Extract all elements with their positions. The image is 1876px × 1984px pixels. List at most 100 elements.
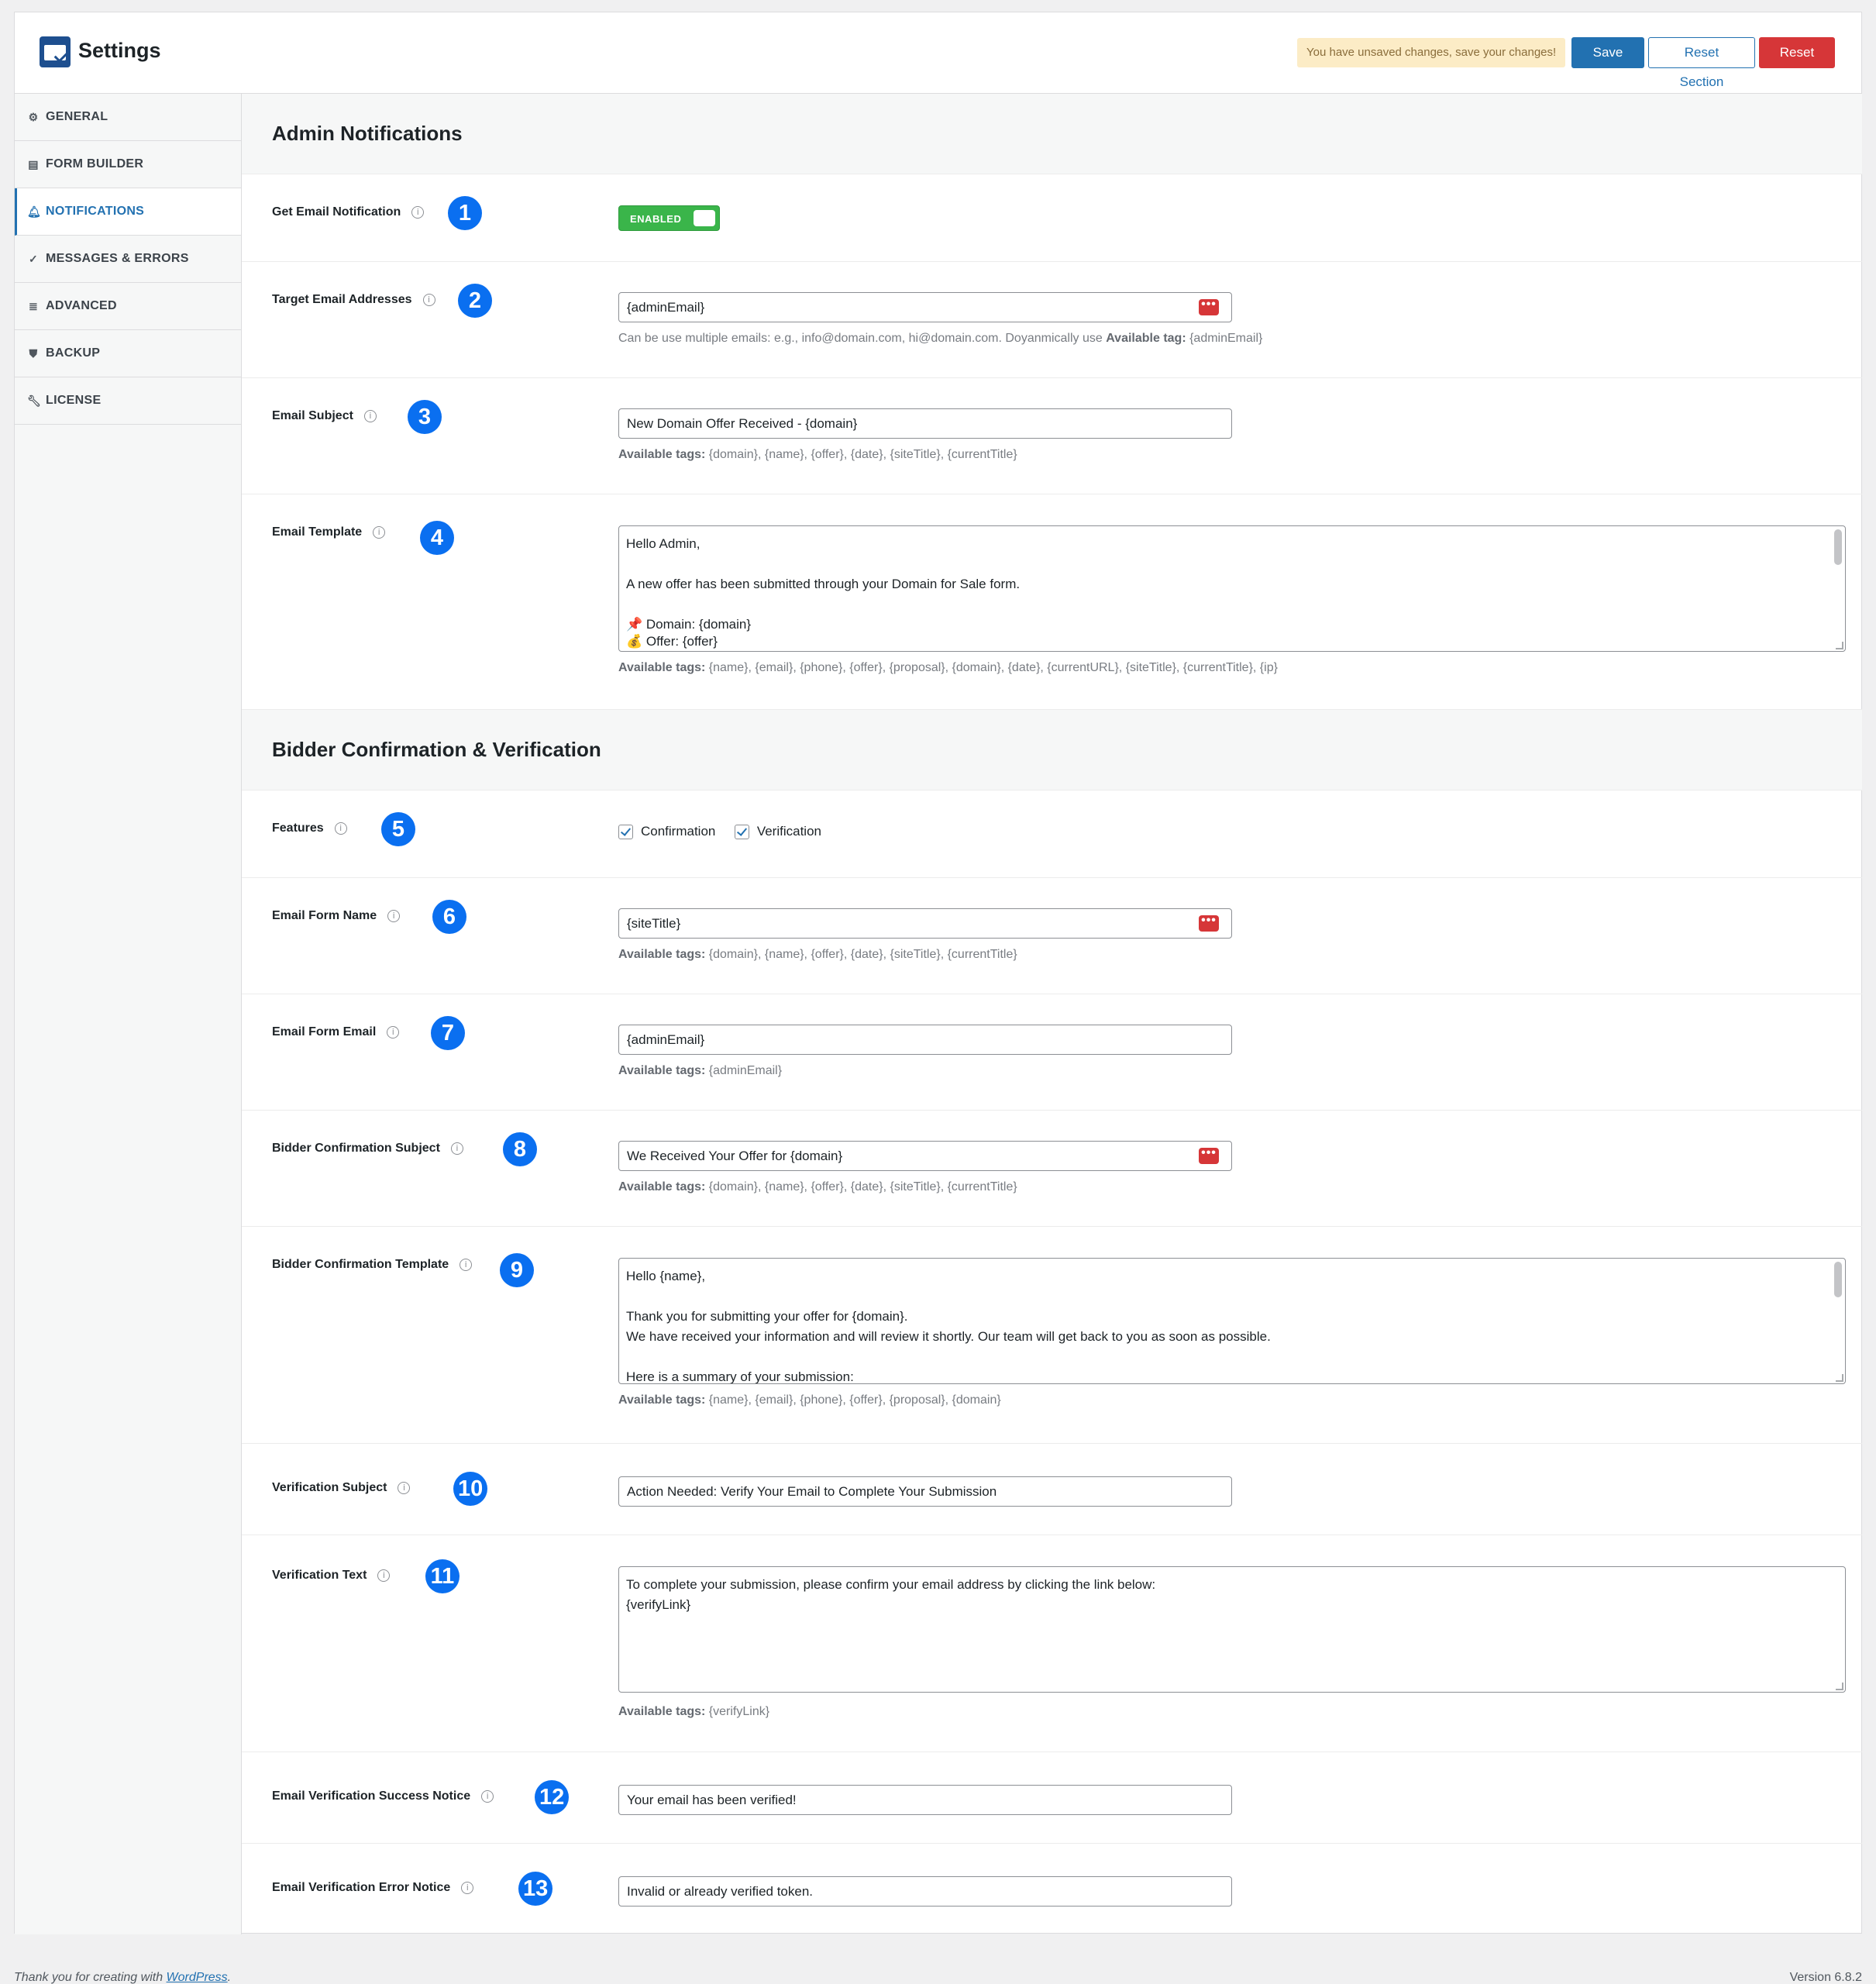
callout-badge: 11 [425, 1559, 460, 1593]
sidebar-item-license[interactable]: 🔧︎ LICENSE [15, 377, 241, 425]
textarea-line: Here is a summary of your submission: [626, 1369, 854, 1384]
help-text: Available tags: {verifyLink} [618, 1705, 770, 1718]
password-manager-icon[interactable]: ••• [1199, 914, 1219, 932]
wordpress-link[interactable]: WordPress [167, 1971, 228, 1984]
email-subject-input[interactable]: New Domain Offer Received - {domain} [618, 408, 1232, 439]
settings-sidebar: ⚙ GENERAL ▤ FORM BUILDER 🔔︎ NOTIFICATIONS ✓… [15, 94, 242, 1934]
field-label: Get Email Notification [272, 205, 401, 219]
email-form-name-input[interactable]: {siteTitle} ••• [618, 908, 1232, 939]
callout-badge: 10 [453, 1472, 488, 1506]
form-icon: ▤ [28, 157, 39, 170]
sidebar-item-backup[interactable]: ⛊ BACKUP [15, 330, 241, 377]
row-verification-error: Email Verification Error Notice i 13 Inva… [242, 1844, 1862, 1935]
password-manager-icon[interactable]: ••• [1199, 298, 1219, 315]
textarea-line: We have received your information and wi… [626, 1329, 1271, 1344]
reset-all-button[interactable]: Reset All [1759, 37, 1835, 89]
row-get-email-notification: Get Email Notification i 1 ENABLED [242, 174, 1862, 262]
info-icon[interactable]: i [387, 910, 401, 922]
section-title-bidder: Bidder Confirmation & Verification [242, 710, 1862, 790]
help-text: Available tags: {domain}, {name}, {offer… [618, 448, 1017, 461]
sidebar-item-general[interactable]: ⚙ GENERAL [15, 94, 241, 141]
row-verification-success: Email Verification Success Notice i 12 Yo… [242, 1752, 1862, 1844]
input-value: {siteTitle} [627, 916, 681, 931]
help-text: Available tags: {name}, {email}, {phone}… [618, 661, 1278, 674]
field-label: Email Form Name [272, 909, 377, 922]
bidder-confirmation-subject-input[interactable]: We Received Your Offer for {domain} ••• [618, 1141, 1232, 1171]
resize-handle[interactable] [1836, 1683, 1843, 1690]
checkbox-checked[interactable] [734, 824, 749, 839]
email-notification-toggle[interactable]: ENABLED [618, 205, 720, 231]
info-icon[interactable]: i [461, 1882, 474, 1894]
textarea-line [626, 594, 1838, 615]
textarea-line: Hello Admin, [626, 536, 700, 551]
callout-badge: 7 [431, 1016, 465, 1050]
email-template-textarea[interactable]: Hello Admin, A new offer has been submit… [618, 525, 1846, 652]
resize-handle[interactable] [1836, 642, 1843, 649]
info-icon[interactable]: i [450, 1142, 463, 1155]
verification-checkbox[interactable]: Verification [734, 824, 821, 839]
sidebar-item-advanced[interactable]: ≣ ADVANCED [15, 283, 241, 330]
info-icon[interactable]: i [398, 1482, 411, 1494]
database-icon: ≣ [28, 299, 39, 312]
verification-success-input[interactable]: Your email has been verified! [618, 1785, 1232, 1815]
sidebar-item-notifications[interactable]: 🔔︎ NOTIFICATIONS [15, 188, 241, 236]
textarea-scrollbar[interactable] [1834, 529, 1842, 565]
reset-section-button[interactable]: Reset Section [1648, 37, 1755, 89]
row-verification-subject: Verification Subject i 10 Action Needed: … [242, 1444, 1862, 1535]
verification-subject-input[interactable]: Action Needed: Verify Your Email to Comp… [618, 1476, 1232, 1507]
callout-badge: 6 [432, 900, 466, 934]
info-icon[interactable]: i [363, 410, 377, 422]
callout-badge: 9 [500, 1253, 534, 1287]
info-icon[interactable]: i [373, 526, 386, 539]
field-label: Verification Subject [272, 1481, 387, 1494]
help-text: Can be use multiple emails: e.g., info@d… [618, 332, 1263, 345]
sidebar-item-label: ADVANCED [46, 299, 117, 312]
field-label: Target Email Addresses [272, 293, 412, 306]
row-email-form-email: Email Form Email i 7 {adminEmail} Availab… [242, 994, 1862, 1111]
sidebar-item-label: LICENSE [46, 394, 102, 407]
info-icon[interactable]: i [460, 1259, 473, 1271]
field-label: Email Verification Success Notice [272, 1789, 471, 1803]
textarea-line [626, 1347, 1838, 1367]
section-title-admin: Admin Notifications [242, 94, 1862, 174]
target-email-input[interactable]: {adminEmail} ••• [618, 292, 1232, 322]
info-icon[interactable]: i [387, 1026, 400, 1038]
textarea-scrollbar[interactable] [1834, 1262, 1842, 1297]
settings-panel: Settings You have unsaved changes, save … [14, 12, 1862, 1934]
resize-handle[interactable] [1836, 1374, 1843, 1382]
info-icon[interactable]: i [377, 1569, 391, 1582]
shield-icon: ⛊ [29, 346, 38, 360]
confirmation-checkbox[interactable]: Confirmation [618, 824, 715, 839]
checkbox-checked[interactable] [618, 824, 633, 839]
info-icon[interactable]: i [411, 206, 425, 219]
textarea-line: Thank you for submitting your offer for … [626, 1309, 908, 1324]
email-form-email-input[interactable]: {adminEmail} [618, 1025, 1232, 1055]
password-manager-icon[interactable]: ••• [1199, 1147, 1219, 1164]
row-target-emails: Target Email Addresses i 2 {adminEmail} ••… [242, 262, 1862, 378]
toggle-label: ENABLED [630, 213, 682, 225]
save-button[interactable]: Save [1571, 37, 1644, 68]
bidder-confirmation-template-textarea[interactable]: Hello {name}, Thank you for submitting y… [618, 1258, 1846, 1384]
verification-error-input[interactable]: Invalid or already verified token. [618, 1876, 1232, 1906]
sidebar-item-form-builder[interactable]: ▤ FORM BUILDER [15, 141, 241, 188]
check-circle-icon: ✓ [28, 252, 39, 265]
verification-text-textarea[interactable]: To complete your submission, please conf… [618, 1566, 1846, 1693]
plugin-logo-icon [40, 36, 71, 67]
sidebar-item-label: NOTIFICATIONS [46, 205, 145, 218]
textarea-line: 💰 Offer: {offer} [626, 634, 718, 649]
field-label: Verification Text [272, 1569, 367, 1582]
callout-badge: 3 [408, 400, 442, 434]
field-label: Email Template [272, 525, 363, 539]
textarea-line: A new offer has been submitted through y… [626, 577, 1021, 591]
field-label: Email Subject [272, 409, 353, 422]
row-features: Features i 5 Confirmation Verification [242, 790, 1862, 878]
row-verification-text: Verification Text i 11 To complete your s… [242, 1535, 1862, 1752]
input-value: Your email has been verified! [627, 1793, 797, 1807]
info-icon[interactable]: i [481, 1790, 494, 1803]
info-icon[interactable]: i [422, 294, 435, 306]
footer-version: Version 6.8.2 [1789, 1971, 1862, 1984]
info-icon[interactable]: i [334, 822, 347, 835]
callout-badge: 8 [503, 1132, 537, 1166]
textarea-line: To complete your submission, please conf… [626, 1577, 1156, 1592]
sidebar-item-messages-errors[interactable]: ✓ MESSAGES & ERRORS [15, 236, 241, 283]
